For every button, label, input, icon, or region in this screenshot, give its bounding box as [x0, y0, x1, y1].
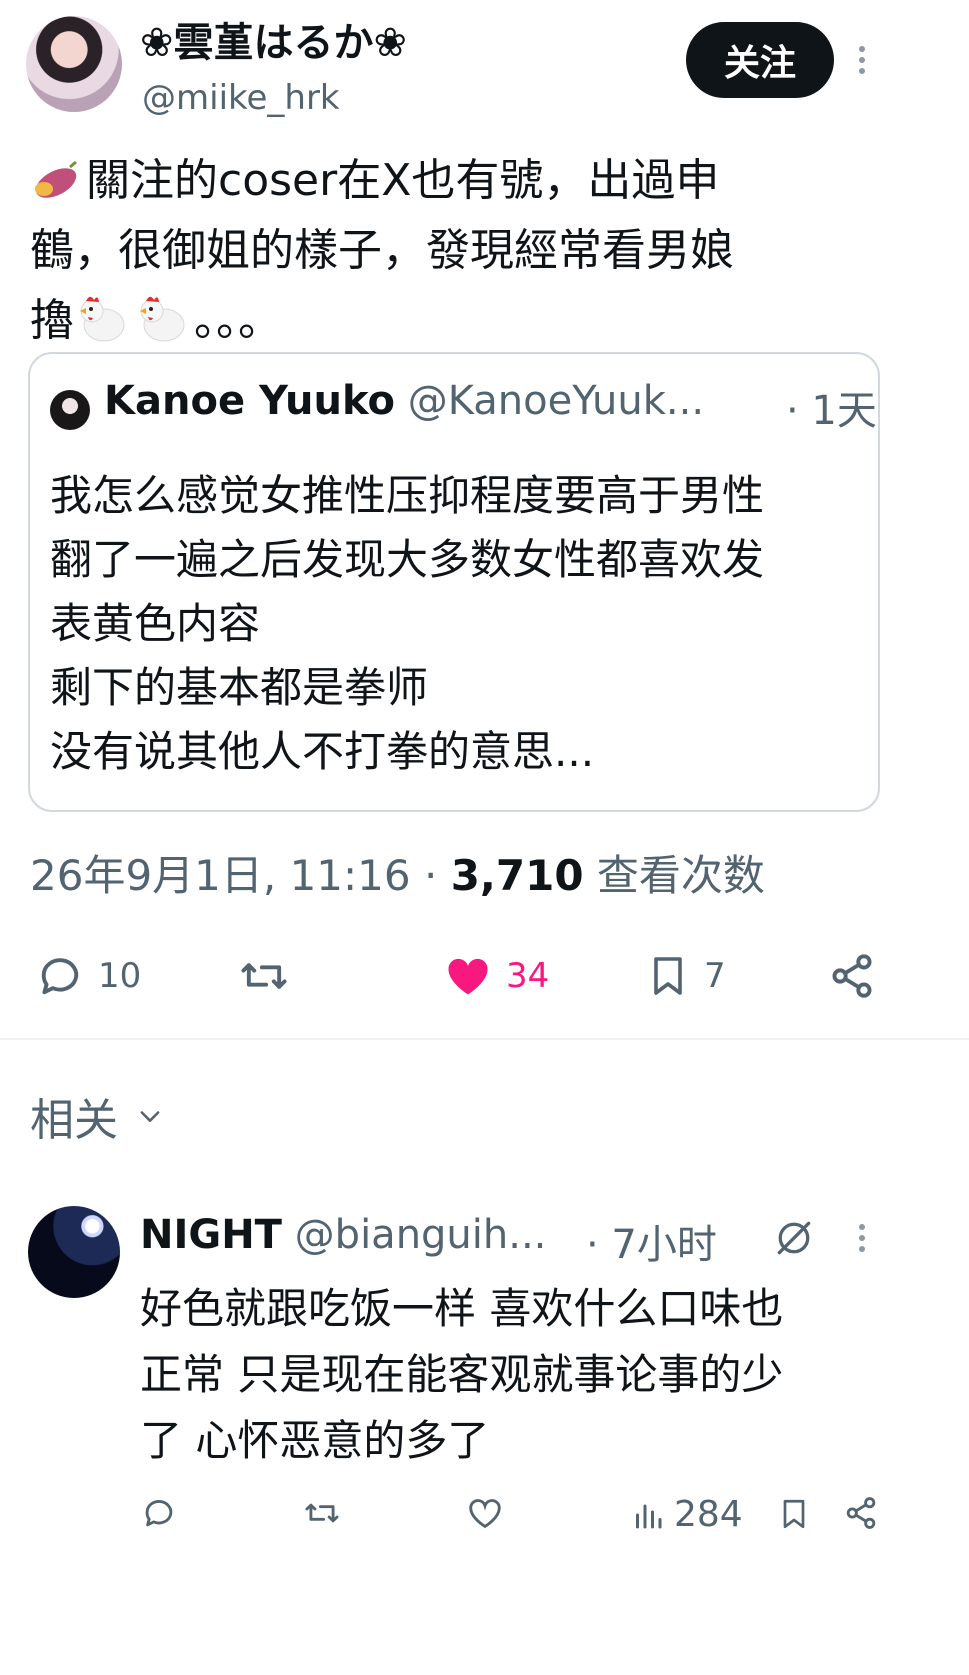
reply-more-options-icon[interactable] — [856, 1224, 868, 1252]
views-count: 3,710 — [450, 851, 584, 900]
like-count: 34 — [506, 956, 550, 996]
views-icon — [636, 1504, 662, 1528]
quote-author-handle: @KanoeYuuk... — [407, 378, 705, 424]
quote-line: 剩下的基本都是拳师 — [50, 663, 429, 712]
post-line-2: 鶴，很御姐的樣子，發現經常看男娘 — [30, 225, 734, 276]
post-text: 關注的coser在X也有號，出過申 鶴，很御姐的樣子，發現經常看男娘 擼 。。。 — [30, 146, 930, 356]
quoted-tweet-card[interactable]: Kanoe Yuuko @KanoeYuuk... · 1天 我怎么感觉女推性压… — [28, 352, 880, 812]
post-meta: 26年9月1日, 11:16 · 3,710 查看次数 — [30, 842, 765, 903]
reply-line: 好色就跟吃饭一样 喜欢什么口味也 — [140, 1284, 784, 1333]
bookmark-icon — [654, 957, 682, 995]
like-action[interactable]: 34 — [442, 948, 549, 1004]
heart-icon — [469, 1499, 501, 1529]
quote-line: 翻了一遍之后发现大多数女性都喜欢发 — [50, 535, 765, 584]
retweet-icon — [241, 963, 287, 989]
chicken-emoji-icon — [140, 296, 185, 342]
reply-comment-action[interactable] — [140, 1494, 178, 1532]
reply-author-avatar[interactable] — [28, 1206, 120, 1298]
quote-line: 我怎么感觉女推性压抑程度要高于男性 — [50, 471, 765, 520]
reply-action[interactable]: 10 — [34, 948, 141, 1004]
reply-text: 好色就跟吃饭一样 喜欢什么口味也 正常 只是现在能客观就事论事的少 了 心怀恶意… — [140, 1276, 880, 1474]
reply-views-count: 284 — [674, 1494, 743, 1535]
post-line-1: 關注的coser在X也有號，出過申 — [30, 146, 930, 216]
author-handle[interactable]: @miike_hrk — [142, 78, 340, 118]
retweet-icon — [305, 1503, 339, 1523]
bookmark-count: 7 — [704, 956, 726, 996]
share-action[interactable] — [826, 948, 878, 1004]
reply-line: 正常 只是现在能客观就事论事的少 — [140, 1350, 784, 1399]
more-options-icon[interactable] — [856, 46, 868, 74]
share-icon — [832, 954, 872, 998]
author-avatar[interactable] — [26, 16, 122, 112]
reply-retweet-action[interactable] — [302, 1494, 342, 1532]
chicken-emoji-icon — [80, 296, 125, 342]
reply-like-action[interactable] — [466, 1494, 504, 1532]
reply-share-action[interactable] — [842, 1494, 880, 1532]
sweet-potato-emoji-icon — [35, 160, 77, 198]
retweet-action[interactable] — [236, 948, 292, 1004]
quote-line: 表黄色内容 — [50, 599, 261, 648]
reply-header: NIGHT @bianguih... — [140, 1212, 546, 1258]
comment-icon — [41, 958, 79, 995]
section-divider — [0, 1038, 969, 1040]
reply-author-handle[interactable]: @bianguih... — [295, 1212, 547, 1258]
share-icon — [846, 1497, 876, 1529]
reply-line: 了 心怀恶意的多了 — [140, 1416, 490, 1465]
post-line-1-text: 關注的coser在X也有號，出過申 — [86, 155, 720, 206]
quote-line: 没有说其他人不打拳的意思... — [50, 727, 595, 776]
quote-header: Kanoe Yuuko @KanoeYuuk... — [104, 378, 704, 424]
bookmark-icon — [783, 1499, 805, 1529]
related-label: 相关 — [30, 1095, 118, 1146]
quote-text: 我怎么感觉女推性压抑程度要高于男性 翻了一遍之后发现大多数女性都喜欢发 表黄色内… — [50, 464, 870, 784]
quote-author-name: Kanoe Yuuko — [104, 378, 396, 424]
follow-button[interactable]: 关注 — [686, 22, 834, 98]
related-section-toggle[interactable]: 相关 — [30, 1084, 164, 1148]
reply-count: 10 — [98, 956, 142, 996]
heart-icon — [448, 958, 488, 995]
comment-icon — [145, 1500, 173, 1527]
grok-icon[interactable] — [772, 1216, 816, 1260]
reply-author-name[interactable]: NIGHT — [140, 1212, 282, 1258]
reply-bookmark-action[interactable] — [776, 1494, 812, 1534]
post-line-3-prefix: 擼 — [30, 295, 74, 346]
reply-views-action[interactable]: 284 — [630, 1494, 743, 1535]
meta-dot: · — [424, 851, 451, 900]
post-line-3: 擼 。。。 — [30, 286, 930, 356]
chevron-down-icon — [140, 1111, 160, 1122]
quote-timestamp: · 1天 — [786, 388, 877, 434]
quote-author-avatar — [50, 390, 90, 430]
reply-timestamp[interactable]: · 7小时 — [586, 1212, 717, 1270]
author-name[interactable]: ❀雲堇はるか❀ — [140, 10, 407, 68]
bookmark-action[interactable]: 7 — [644, 948, 726, 1004]
views-label: 查看次数 — [596, 851, 765, 900]
post-line-3-suffix: 。。。 — [194, 295, 282, 346]
post-timestamp[interactable]: 26年9月1日, 11:16 — [30, 851, 411, 900]
